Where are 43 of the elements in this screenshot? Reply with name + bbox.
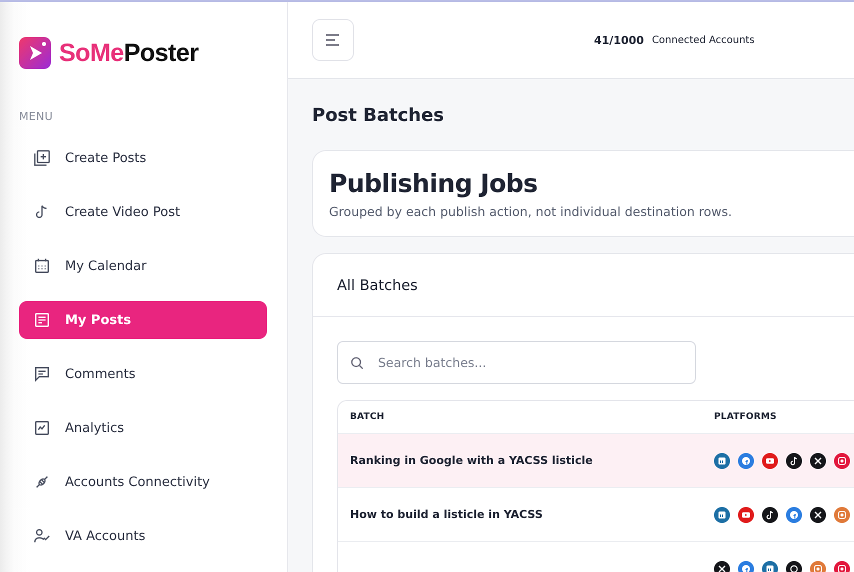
menu-icon	[33, 527, 51, 545]
sidebar-item[interactable]: My Posts	[19, 301, 267, 339]
account-count-label: Connected Accounts	[652, 34, 755, 46]
menu-icon	[33, 419, 51, 437]
menu-icon	[33, 311, 51, 329]
platform-linkedin-icon	[714, 452, 730, 468]
sidebar-item[interactable]: Comments	[19, 355, 267, 393]
brand-name: SoMePoster	[59, 38, 198, 68]
section-subtitle: Grouped by each publish action, not individual destination rows.	[329, 204, 733, 219]
platform-instagram-icon	[834, 506, 850, 522]
sidebar-item[interactable]: My Calendar	[19, 247, 267, 285]
column-header: PLATFORMS	[714, 412, 777, 422]
platform-facebook-icon	[738, 452, 754, 468]
platform-facebook-icon	[786, 506, 802, 522]
platform-tiktok-icon	[786, 452, 802, 468]
menu-icon	[325, 34, 341, 46]
menu-icon	[33, 149, 51, 167]
page-title: Post Batches	[312, 105, 446, 126]
batch-name: How to build a listicle in YACSS	[350, 508, 543, 521]
platform-tiktok-icon	[762, 506, 778, 522]
menu-heading: MENU	[19, 110, 54, 123]
card-title: All Batches	[313, 254, 854, 317]
sidebar-item[interactable]: Analytics	[19, 409, 267, 447]
search-icon	[350, 356, 364, 370]
platform-pinterest-icon	[834, 452, 850, 468]
sidebar-item[interactable]: VA Accounts	[19, 517, 267, 555]
platform-youtube-icon	[762, 452, 778, 468]
menu-icon	[33, 365, 51, 383]
menu-icon	[33, 257, 51, 275]
account-count: 41/1000	[594, 34, 644, 46]
column-header: BATCH	[349, 412, 386, 422]
section-title: Publishing Jobs	[329, 169, 539, 198]
sidebar-item[interactable]: Create Posts	[19, 139, 267, 177]
menu-button[interactable]	[312, 19, 354, 61]
logo-icon	[19, 37, 51, 69]
sidebar-item[interactable]: Accounts Connectivity	[19, 463, 267, 501]
platform-x-icon	[810, 506, 826, 522]
platform-linkedin-icon	[714, 506, 730, 522]
batch-name: Ranking in Google with a YACSS listicle	[350, 454, 593, 467]
sidebar-item[interactable]: Create Video Post	[19, 193, 267, 231]
search-field[interactable]: Search batches...	[337, 341, 696, 384]
platform-youtube-icon	[738, 506, 754, 522]
platform-x-icon	[810, 452, 826, 468]
